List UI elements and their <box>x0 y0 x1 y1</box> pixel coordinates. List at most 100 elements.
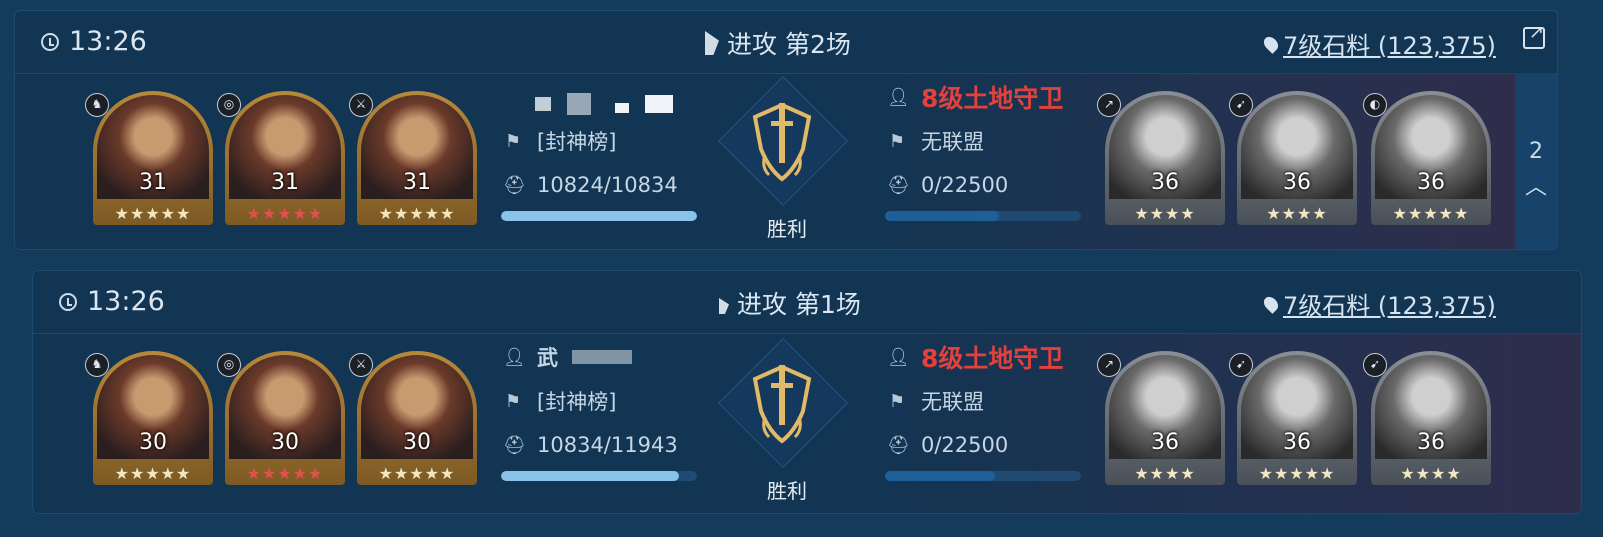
enemy-name: 8级土地守卫 <box>921 344 1064 373</box>
hero-portrait: 31 <box>361 95 473 199</box>
archer-icon: ◎ <box>217 353 241 377</box>
player-troops-fill <box>501 211 697 221</box>
hero-portrait: 36 <box>1241 355 1353 459</box>
chevron-up-icon: ︿ <box>1524 175 1547 200</box>
hero-portrait: 36 <box>1375 95 1487 199</box>
enemy-troops: 0/22500 <box>921 173 1009 197</box>
victory-shield-icon <box>752 364 812 444</box>
spear-icon: ↗ <box>1097 93 1121 117</box>
cavalry-icon: ♞ <box>85 353 109 377</box>
hero-portrait: 36 <box>1109 355 1221 459</box>
helmet-icon: ⛑ <box>503 174 526 196</box>
attack-icon <box>705 31 719 55</box>
player-hero-3[interactable]: ⚔ 31 ★★★★★ <box>349 91 477 225</box>
battle-report-card-2[interactable]: 13:26 进攻 第2场 7级石料 (123,375) ♞ 31 ★★★★★ ◎… <box>14 10 1558 250</box>
hero-stars: ★★★★★ <box>246 464 324 483</box>
flag-icon: ⚑ <box>888 130 906 152</box>
battle-body: ♞ 31 ★★★★★ ◎ 31 ★★★★★ ⚔ 31 ★★★★★ ⚑ [封神榜] … <box>15 73 1557 249</box>
hero-stars: ★★★★★ <box>1258 464 1336 483</box>
attack-icon <box>719 298 729 314</box>
enemy-alliance: 无联盟 <box>921 390 984 414</box>
hero-portrait: 31 <box>229 95 341 199</box>
enemy-info: 👤︎ 8级土地守卫 ⚑ 无联盟 ⛑ 0/22500 <box>887 335 1063 467</box>
player-hero-1[interactable]: ♞ 30 ★★★★★ <box>85 351 213 485</box>
clock-icon <box>41 32 59 51</box>
flag-icon: ⚑ <box>888 390 906 412</box>
player-troops: 10834/11943 <box>537 433 678 457</box>
player-hero-2[interactable]: ◎ 30 ★★★★★ <box>217 351 345 485</box>
battle-report-card-1[interactable]: 13:26 进攻 第1场 7级石料 (123,375) ♞ 30 ★★★★★ ◎… <box>32 270 1582 514</box>
flag-icon: ⚑ <box>504 130 522 152</box>
archer-icon: ◎ <box>217 93 241 117</box>
battle-time: 13:26 <box>41 26 147 57</box>
shield-icon: ◐ <box>1363 93 1387 117</box>
player-troops-fill <box>501 471 679 481</box>
hero-portrait: 30 <box>97 355 209 459</box>
report-header: 13:26 进攻 第1场 7级石料 (123,375) <box>33 271 1581 334</box>
hero-portrait: 36 <box>1375 355 1487 459</box>
enemy-hero-2[interactable]: ➹ 36 ★★★★ <box>1229 91 1357 225</box>
enemy-hero-1[interactable]: ↗ 36 ★★★★ <box>1097 91 1225 225</box>
crossbow-icon: ➹ <box>1363 353 1387 377</box>
crossbow-icon: ➹ <box>1229 93 1253 117</box>
enemy-name: 8级土地守卫 <box>921 84 1064 113</box>
spear-icon: ⚔ <box>349 353 373 377</box>
player-hero-3[interactable]: ⚔ 30 ★★★★★ <box>349 351 477 485</box>
enemy-hero-3[interactable]: ➹ 36 ★★★★ <box>1363 351 1491 485</box>
player-hero-2[interactable]: ◎ 31 ★★★★★ <box>217 91 345 225</box>
spear-icon: ↗ <box>1097 353 1121 377</box>
hero-portrait: 30 <box>229 355 341 459</box>
hero-stars: ★★★★ <box>1266 204 1328 223</box>
player-troops: 10824/10834 <box>537 173 678 197</box>
player-alliance: [封神榜] <box>537 390 617 414</box>
player-name: 武 <box>537 346 558 370</box>
cavalry-icon: ♞ <box>85 93 109 117</box>
player-troops-bar <box>501 471 697 481</box>
hero-stars: ★★★★★ <box>1392 204 1470 223</box>
enemy-hero-1[interactable]: ↗ 36 ★★★★ <box>1097 351 1225 485</box>
location-link[interactable]: 7级石料 (123,375) <box>1261 286 1496 321</box>
flag-icon: ⚑ <box>504 390 522 412</box>
hero-portrait: 36 <box>1109 95 1221 199</box>
redacted-name-block <box>535 97 551 111</box>
battle-result: 胜利 <box>767 217 807 241</box>
hero-stars: ★★★★★ <box>114 464 192 483</box>
player-troops-bar <box>501 211 697 221</box>
share-icon[interactable] <box>1523 22 1545 49</box>
redacted-name-block <box>645 95 673 113</box>
helmet-icon: ⛑ <box>887 434 910 456</box>
enemy-hero-2[interactable]: ➹ 36 ★★★★★ <box>1229 351 1357 485</box>
enemy-troops: 0/22500 <box>921 433 1009 457</box>
hero-stars: ★★★★★ <box>378 204 456 223</box>
spear-icon: ⚔ <box>349 93 373 117</box>
collapse-tab[interactable]: 2 ︿ <box>1515 73 1557 249</box>
redacted-name-block <box>567 93 591 115</box>
report-header: 13:26 进攻 第2场 7级石料 (123,375) <box>15 11 1557 74</box>
player-info: ⚑ [封神榜] ⛑ 10824/10834 <box>503 119 678 207</box>
enemy-info: 👤︎ 8级土地守卫 ⚑ 无联盟 ⛑ 0/22500 <box>887 75 1063 207</box>
hero-stars: ★★★★★ <box>114 204 192 223</box>
helmet-icon: ⛑ <box>887 174 910 196</box>
player-hero-1[interactable]: ♞ 31 ★★★★★ <box>85 91 213 225</box>
crossbow-icon: ➹ <box>1229 353 1253 377</box>
enemy-troops-bar <box>885 471 1081 481</box>
enemy-troops-bar <box>885 211 1081 221</box>
location-pin-icon <box>1261 33 1281 54</box>
hero-stars: ★★★★ <box>1134 204 1196 223</box>
enemy-alliance: 无联盟 <box>921 130 984 154</box>
location-link[interactable]: 7级石料 (123,375) <box>1261 26 1496 61</box>
user-icon: 👤︎ <box>887 346 910 368</box>
redacted-name-block <box>615 103 629 113</box>
user-icon: 👤︎ <box>887 86 910 108</box>
hero-portrait: 30 <box>361 355 473 459</box>
hero-portrait: 36 <box>1241 95 1353 199</box>
hero-stars: ★★★★★ <box>378 464 456 483</box>
enemy-hero-3[interactable]: ◐ 36 ★★★★★ <box>1363 91 1491 225</box>
player-alliance: [封神榜] <box>537 130 617 154</box>
enemy-troops-fill <box>885 471 995 481</box>
hero-stars: ★★★★ <box>1400 464 1462 483</box>
enemy-troops-fill <box>885 211 999 221</box>
battle-body: ♞ 30 ★★★★★ ◎ 30 ★★★★★ ⚔ 30 ★★★★★ 👤︎ 武 ⚑ [封… <box>33 333 1581 513</box>
victory-shield-icon <box>752 102 812 182</box>
location-pin-icon <box>1261 293 1281 314</box>
